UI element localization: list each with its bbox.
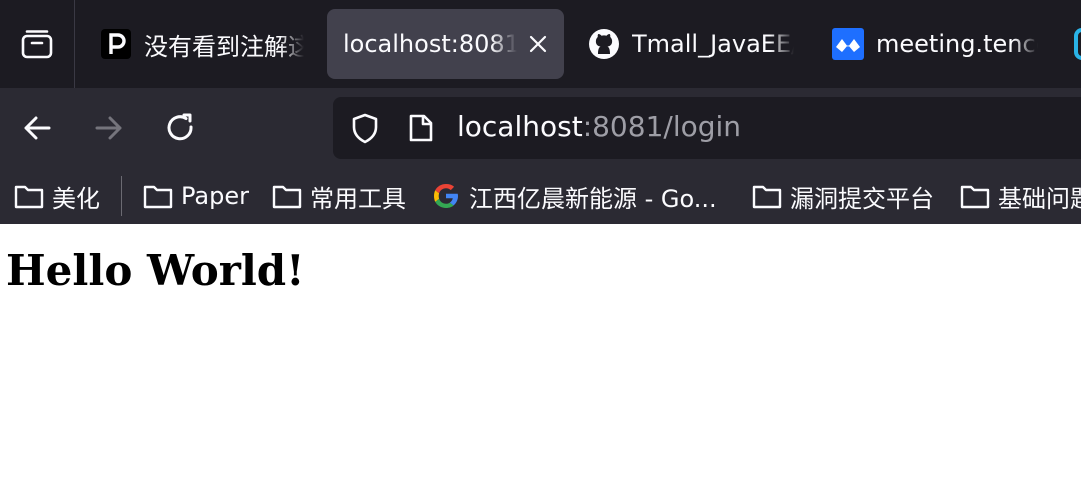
- bookmark-folder-paper[interactable]: Paper: [143, 178, 249, 214]
- folder-icon: [143, 181, 173, 211]
- address-bar[interactable]: localhost:8081/login: [333, 97, 1081, 159]
- url-host: localhost: [457, 110, 583, 143]
- tab-overflow[interactable]: [1060, 9, 1081, 79]
- reload-icon: [167, 113, 193, 141]
- shield-icon[interactable]: [349, 112, 381, 144]
- tencent-meeting-icon: [832, 28, 864, 60]
- bookmark-folder-vuln[interactable]: 漏洞提交平台: [752, 178, 934, 214]
- bookmark-label: 美化: [52, 184, 100, 213]
- bookmark-label: 常用工具: [310, 184, 406, 213]
- tab-bar: 没有看到注解这 localhost:8081/login Tmall_JavaE…: [0, 0, 1081, 88]
- navigation-toolbar: localhost:8081/login: [0, 88, 1081, 168]
- pocket-icon: [100, 28, 132, 60]
- page-content: Hello World!: [0, 225, 1081, 502]
- folder-icon: [14, 181, 44, 211]
- folder-icon: [272, 181, 302, 211]
- bookmark-link-google[interactable]: 江西亿晨新能源 - Go...: [431, 178, 717, 214]
- bookmark-label: 基础问题: [998, 184, 1081, 213]
- bookmark-label: 漏洞提交平台: [790, 184, 934, 213]
- tab-title: 没有看到注解这: [144, 32, 304, 61]
- back-button[interactable]: [17, 108, 57, 148]
- app-icon: [1074, 28, 1081, 60]
- tab-github[interactable]: Tmall_JavaEE/v: [572, 9, 798, 79]
- tab-title: localhost:8081/login: [343, 30, 517, 58]
- google-icon: [431, 181, 461, 211]
- tab-list-button[interactable]: [0, 0, 74, 88]
- firefox-view-icon: [21, 30, 53, 59]
- tab-title: meeting.tencent: [876, 30, 1038, 58]
- folder-icon: [960, 181, 990, 211]
- page-info-icon[interactable]: [405, 112, 437, 144]
- bookmark-folder-tools[interactable]: 常用工具: [272, 178, 406, 214]
- tab-tencent-meeting[interactable]: meeting.tencent: [816, 9, 1042, 79]
- url-path: :8081/login: [582, 110, 742, 143]
- back-arrow-icon: [24, 116, 51, 140]
- url-text[interactable]: localhost:8081/login: [457, 109, 741, 145]
- bookmarks-separator: [121, 176, 122, 216]
- browser-chrome: 没有看到注解这 localhost:8081/login Tmall_JavaE…: [0, 0, 1081, 224]
- close-tab-button[interactable]: [521, 27, 555, 61]
- bookmark-folder-basics[interactable]: 基础问题: [960, 178, 1081, 214]
- tabbar-separator: [74, 0, 75, 88]
- forward-arrow-icon: [95, 116, 122, 140]
- bookmarks-toolbar: 美化 Paper 常用工具 江西亿晨新能源 - Go... 漏洞提交平台 基础问: [0, 168, 1081, 224]
- github-icon: [588, 28, 620, 60]
- reload-button[interactable]: [161, 108, 201, 148]
- close-icon: [529, 35, 547, 53]
- tab-pocket[interactable]: 没有看到注解这: [84, 9, 310, 79]
- tab-title: Tmall_JavaEE/v: [632, 30, 794, 58]
- forward-button[interactable]: [89, 108, 129, 148]
- folder-icon: [752, 181, 782, 211]
- page-heading: Hello World!: [6, 246, 305, 295]
- bookmark-folder-meihua[interactable]: 美化: [14, 178, 100, 214]
- bookmark-label: Paper: [181, 182, 249, 210]
- tab-localhost[interactable]: localhost:8081/login: [327, 9, 564, 79]
- bookmark-label: 江西亿晨新能源 - Go...: [469, 184, 717, 213]
